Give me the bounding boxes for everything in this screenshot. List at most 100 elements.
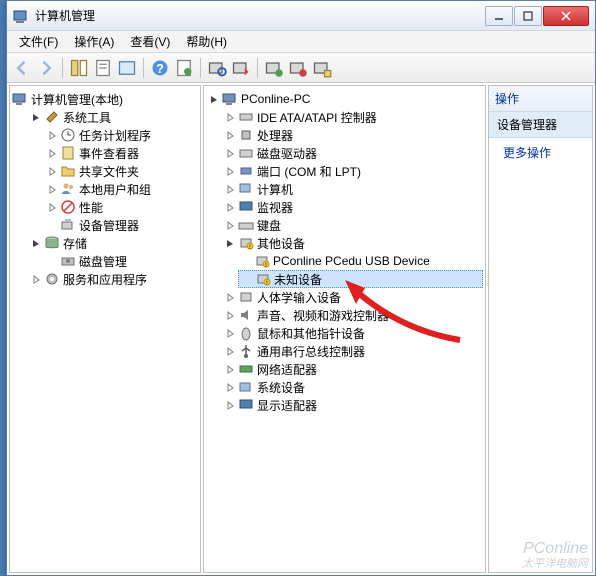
storage-icon	[44, 235, 60, 251]
system-device-icon	[238, 379, 254, 395]
device-other[interactable]: !其他设备	[222, 234, 483, 252]
expand-icon[interactable]	[225, 310, 235, 320]
expand-icon[interactable]	[225, 346, 235, 356]
device-system[interactable]: 系统设备	[222, 378, 483, 396]
device-tree: PConline-PC IDE ATA/ATAPI 控制器 处理器 磁盘驱动器 …	[204, 86, 485, 418]
device-mouse[interactable]: 鼠标和其他指针设备	[222, 324, 483, 342]
tree-device-manager[interactable]: 设备管理器	[44, 216, 198, 234]
expand-icon[interactable]	[225, 328, 235, 338]
forward-button[interactable]	[35, 57, 57, 79]
menu-action[interactable]: 操作(A)	[66, 31, 122, 52]
tree-shared-folders[interactable]: 共享文件夹	[44, 162, 198, 180]
expand-icon[interactable]	[225, 364, 235, 374]
computer-icon	[222, 91, 238, 107]
device-disk-drives[interactable]: 磁盘驱动器	[222, 144, 483, 162]
close-button[interactable]	[543, 6, 589, 26]
mouse-icon	[238, 325, 254, 341]
more-actions-link[interactable]: 更多操作	[489, 138, 592, 167]
show-hide-tree-button[interactable]	[68, 57, 90, 79]
expand-icon[interactable]	[225, 400, 235, 410]
device-usb-pcedu[interactable]: !PConline PCedu USB Device	[238, 252, 483, 270]
maximize-button[interactable]	[514, 6, 542, 26]
expand-icon[interactable]	[225, 148, 235, 158]
tree-event-viewer[interactable]: 事件查看器	[44, 144, 198, 162]
collapse-icon[interactable]	[209, 94, 219, 104]
actions-panel: 操作 设备管理器 更多操作	[488, 85, 593, 573]
tree-performance[interactable]: 性能	[44, 198, 198, 216]
minimize-button[interactable]	[485, 6, 513, 26]
other-device-icon: !	[238, 235, 254, 251]
device-cpu[interactable]: 处理器	[222, 126, 483, 144]
device-unknown[interactable]: !未知设备	[238, 270, 483, 288]
users-icon	[60, 181, 76, 197]
device-computers[interactable]: 计算机	[222, 180, 483, 198]
menubar: 文件(F) 操作(A) 查看(V) 帮助(H)	[7, 31, 595, 53]
expand-icon[interactable]	[47, 148, 57, 158]
expand-icon[interactable]	[47, 202, 57, 212]
expand-icon[interactable]	[225, 130, 235, 140]
device-pc-root[interactable]: PConline-PC	[206, 90, 483, 108]
back-button[interactable]	[11, 57, 33, 79]
keyboard-icon	[238, 217, 254, 233]
expand-icon[interactable]	[225, 292, 235, 302]
device-network[interactable]: 网络适配器	[222, 360, 483, 378]
device-ports[interactable]: 端口 (COM 和 LPT)	[222, 162, 483, 180]
expand-icon[interactable]	[225, 202, 235, 212]
device-hid[interactable]: 人体学输入设备	[222, 288, 483, 306]
main-window: 计算机管理 文件(F) 操作(A) 查看(V) 帮助(H) ?	[6, 0, 596, 576]
device-sound[interactable]: 声音、视频和游戏控制器	[222, 306, 483, 324]
toolbar: ?	[7, 53, 595, 83]
expand-icon[interactable]	[47, 166, 57, 176]
event-icon	[60, 145, 76, 161]
enable-button[interactable]	[311, 57, 333, 79]
expand-icon[interactable]	[47, 130, 57, 140]
menu-view[interactable]: 查看(V)	[122, 31, 178, 52]
help-button[interactable]: ?	[149, 57, 171, 79]
tree-root-computer-management[interactable]: 计算机管理(本地)	[12, 90, 198, 108]
tools-icon	[44, 109, 60, 125]
expand-icon[interactable]	[225, 184, 235, 194]
tree-system-tools[interactable]: 系统工具	[28, 108, 198, 126]
tree-disk-management[interactable]: 磁盘管理	[44, 252, 198, 270]
tree-local-users[interactable]: 本地用户和组	[44, 180, 198, 198]
titlebar[interactable]: 计算机管理	[7, 1, 595, 31]
device-usb-controllers[interactable]: 通用串行总线控制器	[222, 342, 483, 360]
uninstall-button[interactable]	[263, 57, 285, 79]
update-driver-button[interactable]	[230, 57, 252, 79]
tree-services-apps[interactable]: 服务和应用程序	[28, 270, 198, 288]
center-panel: PConline-PC IDE ATA/ATAPI 控制器 处理器 磁盘驱动器 …	[203, 85, 486, 573]
left-panel: 计算机管理(本地) 系统工具 任务计划程序 事件查看器	[9, 85, 201, 573]
tree-task-scheduler[interactable]: 任务计划程序	[44, 126, 198, 144]
performance-icon	[60, 199, 76, 215]
warning-device-icon: !	[255, 271, 271, 287]
menu-help[interactable]: 帮助(H)	[178, 31, 235, 52]
device-manager-icon	[60, 217, 76, 233]
device-keyboards[interactable]: 键盘	[222, 216, 483, 234]
expand-icon[interactable]	[31, 274, 41, 284]
collapse-icon[interactable]	[225, 238, 235, 248]
refresh-button[interactable]	[173, 57, 195, 79]
properties-button[interactable]	[92, 57, 114, 79]
tree-storage[interactable]: 存储	[28, 234, 198, 252]
cpu-icon	[238, 127, 254, 143]
expand-icon[interactable]	[225, 166, 235, 176]
device-ide[interactable]: IDE ATA/ATAPI 控制器	[222, 108, 483, 126]
expand-icon[interactable]	[225, 112, 235, 122]
device-monitors[interactable]: 监视器	[222, 198, 483, 216]
expand-icon[interactable]	[225, 220, 235, 230]
network-icon	[238, 361, 254, 377]
device-display[interactable]: 显示适配器	[222, 396, 483, 414]
port-icon	[238, 163, 254, 179]
services-icon	[44, 271, 60, 287]
export-button[interactable]	[116, 57, 138, 79]
menu-file[interactable]: 文件(F)	[11, 31, 66, 52]
disable-button[interactable]	[287, 57, 309, 79]
clock-icon	[60, 127, 76, 143]
collapse-icon[interactable]	[31, 112, 41, 122]
collapse-icon[interactable]	[31, 238, 41, 248]
scan-button[interactable]	[206, 57, 228, 79]
expand-icon[interactable]	[47, 184, 57, 194]
expand-icon[interactable]	[225, 382, 235, 392]
folder-share-icon	[60, 163, 76, 179]
hid-icon	[238, 289, 254, 305]
